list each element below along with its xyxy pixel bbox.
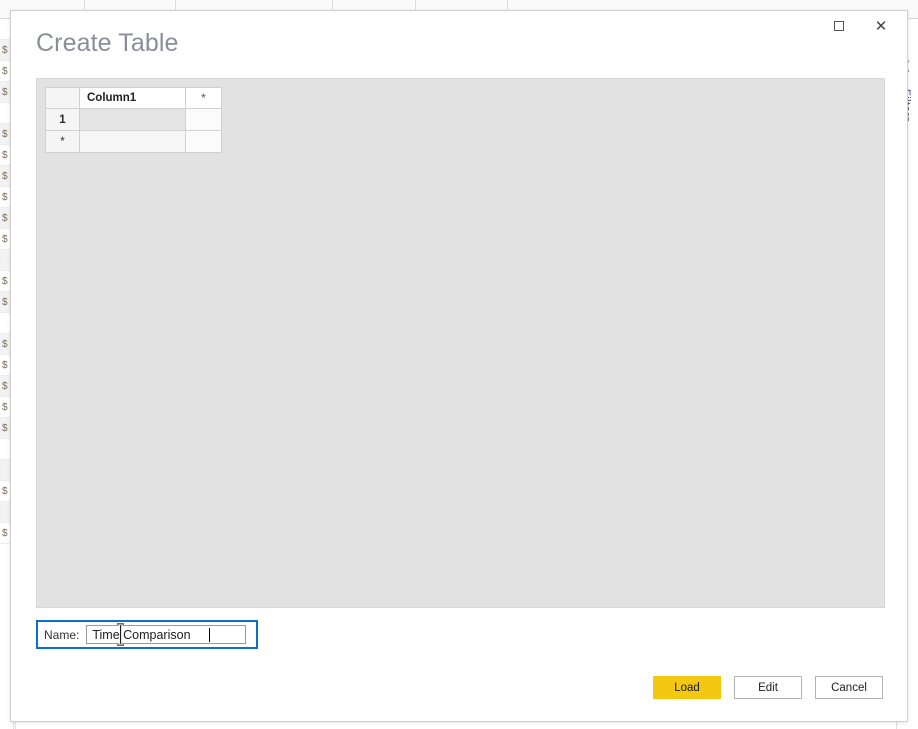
table-name-input-wrapper[interactable] (86, 623, 247, 646)
maximize-icon (834, 21, 844, 31)
close-button[interactable]: ✕ (861, 11, 901, 41)
table-editor-grid[interactable]: Column1 * 1 * (45, 87, 222, 153)
table-name-label: Name: (44, 627, 80, 642)
maximize-button[interactable] (819, 11, 859, 41)
table-editor-panel[interactable]: Column1 * 1 * (36, 78, 885, 608)
grid-cell-column1[interactable] (79, 108, 186, 131)
grid-corner-cell[interactable] (45, 87, 80, 109)
cancel-button[interactable]: Cancel (815, 676, 883, 699)
create-table-dialog: ✕ Create Table Column1 * 1 * Name: Time … (10, 10, 908, 722)
table-name-row[interactable]: Name: (36, 620, 258, 649)
grid-add-column-header[interactable]: * (185, 87, 222, 109)
row-number-label: 1 (59, 113, 66, 126)
grid-cell-column1-new[interactable] (79, 130, 186, 153)
dialog-button-bar: Load Edit Cancel (653, 676, 883, 699)
table-row[interactable]: 1 (45, 108, 222, 131)
grid-column-header-column1[interactable]: Column1 (79, 87, 186, 109)
load-button[interactable]: Load (653, 676, 721, 699)
screen: $$$ $$$$$$ $$ $$$$$ $ $ ❮ Filters ✕ Crea… (0, 0, 918, 729)
table-name-input[interactable] (87, 626, 246, 643)
row-selector-cell-new[interactable]: * (45, 130, 80, 153)
close-icon: ✕ (874, 16, 888, 35)
dialog-title: Create Table (36, 29, 179, 57)
row-selector-cell[interactable]: 1 (45, 108, 80, 131)
text-caret (209, 628, 211, 642)
grid-cell-new-column[interactable] (185, 108, 222, 131)
grid-header-row: Column1 * (45, 87, 222, 109)
table-row[interactable]: * (45, 130, 222, 153)
new-row-icon: * (60, 135, 65, 148)
edit-button[interactable]: Edit (734, 676, 802, 699)
grid-column-header-label: Column1 (87, 91, 137, 104)
grid-cell-new-column-new[interactable] (185, 130, 222, 153)
add-column-icon: * (201, 90, 206, 105)
